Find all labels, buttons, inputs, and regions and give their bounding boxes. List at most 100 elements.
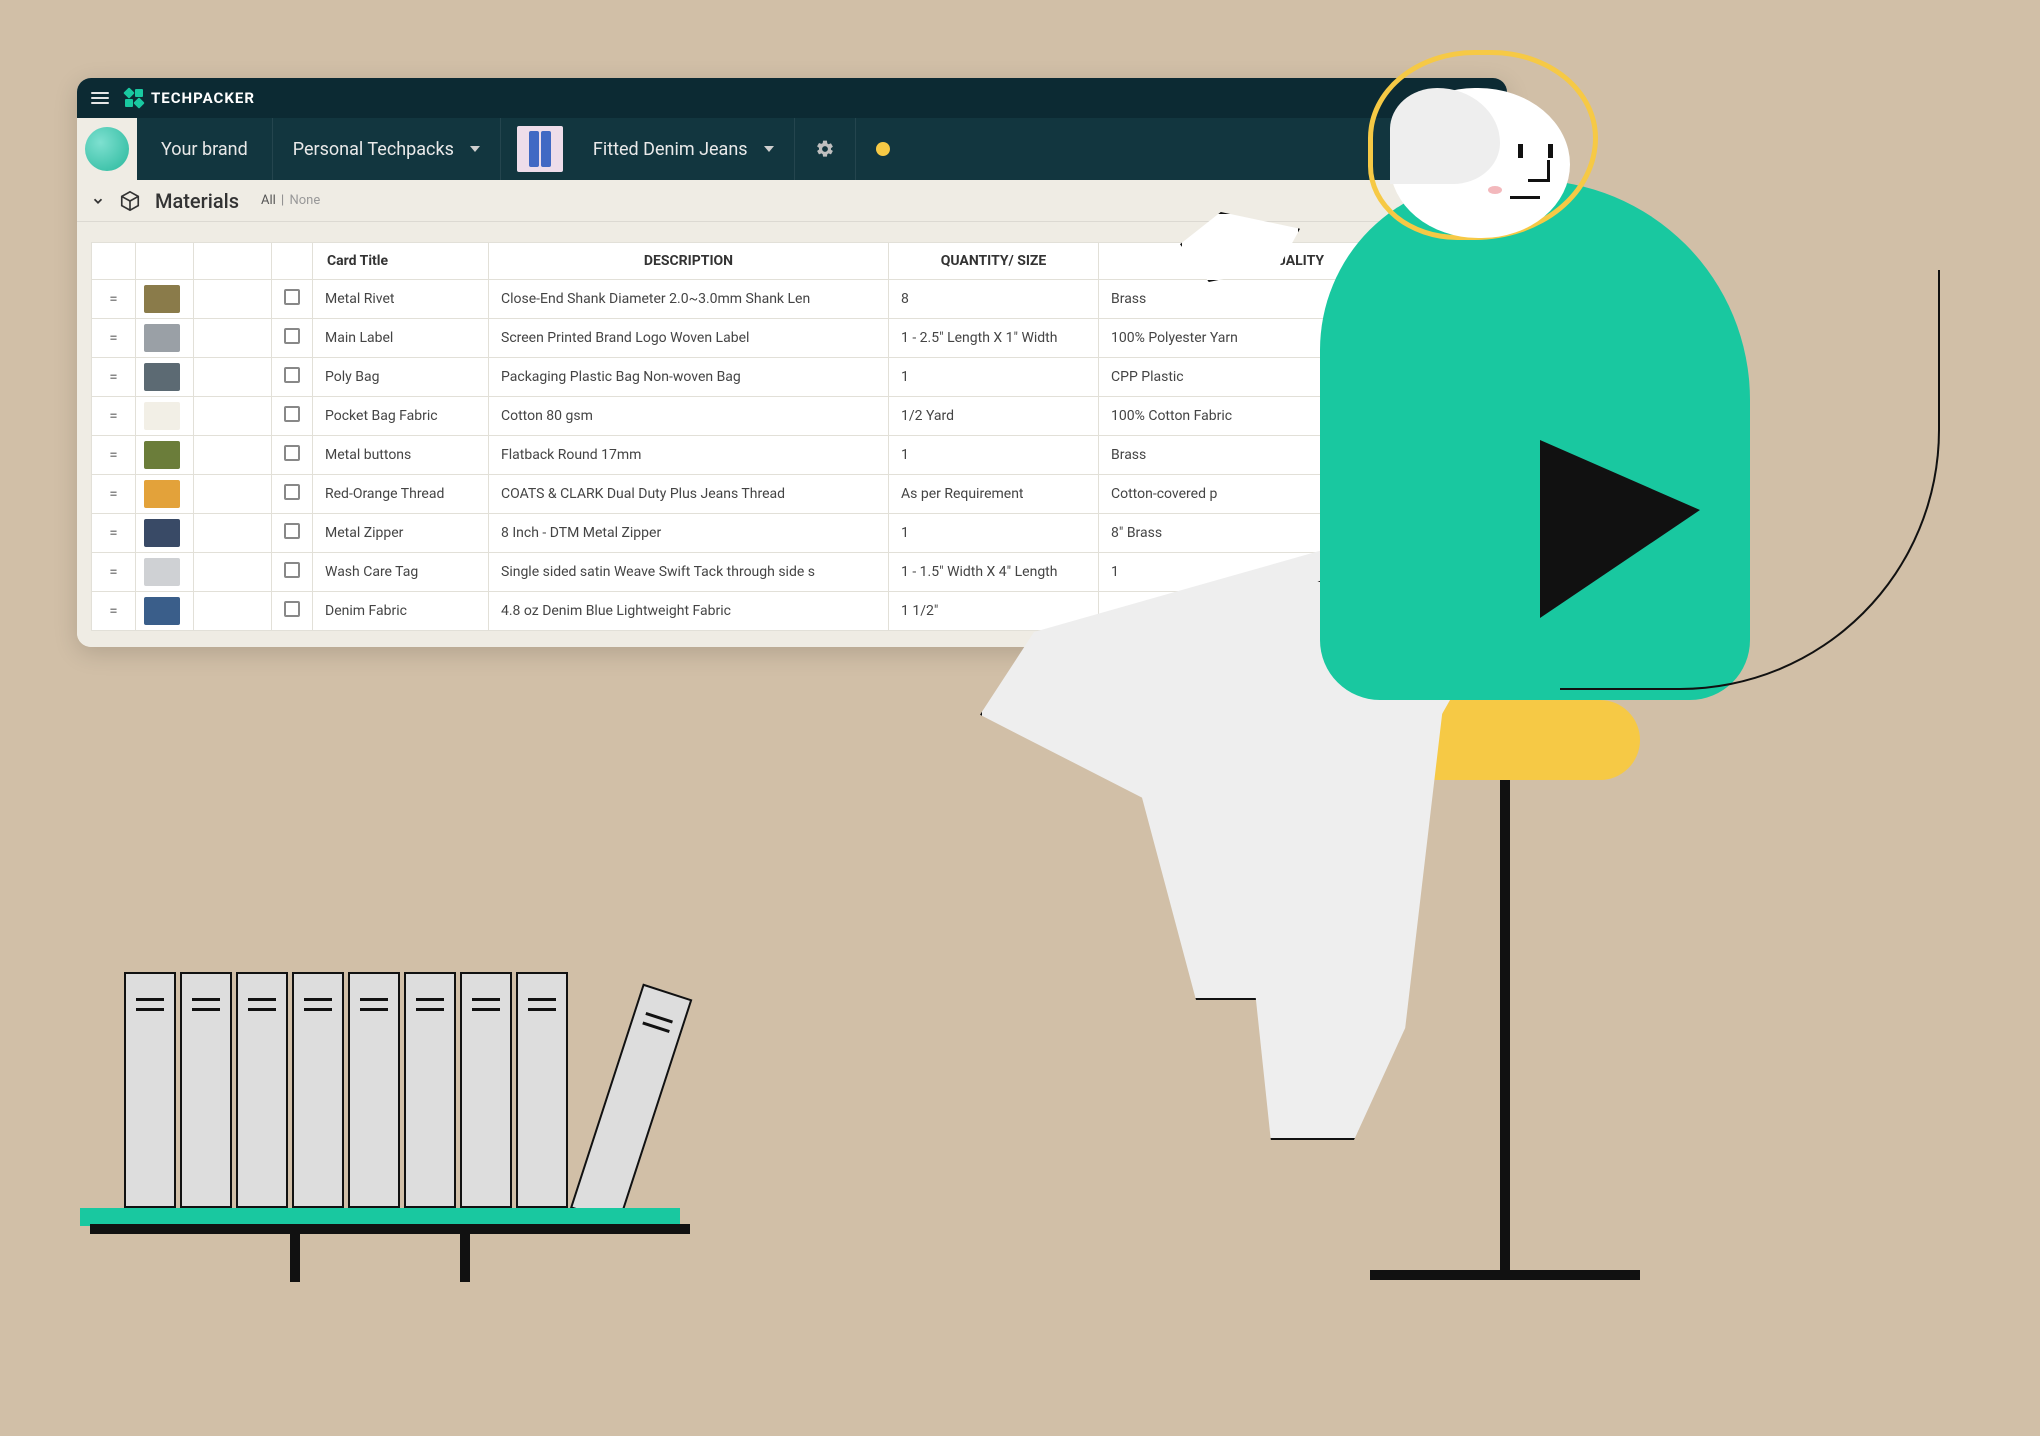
cell-quality[interactable]: 100% Cotton Fabric xyxy=(1099,397,1493,436)
cell-quantity[interactable]: 1 xyxy=(889,514,1099,553)
material-swatch[interactable] xyxy=(136,514,194,553)
row-checkbox[interactable] xyxy=(272,397,313,436)
materials-table-wrap: Card Title DESCRIPTION QUANTITY/ SIZE QU… xyxy=(77,222,1507,647)
cell-description[interactable]: COATS & CLARK Dual Duty Plus Jeans Threa… xyxy=(489,475,889,514)
cell-quantity[interactable]: 1/2 Yard xyxy=(889,397,1099,436)
app-logo[interactable]: TECHPACKER xyxy=(125,89,255,107)
cube-icon xyxy=(119,190,141,212)
cell-quantity[interactable]: As per Requirement xyxy=(889,475,1099,514)
cell-quality[interactable] xyxy=(1099,592,1493,631)
chevron-down-icon xyxy=(764,146,774,152)
cell-card-title[interactable]: Red-Orange Thread xyxy=(313,475,489,514)
techpacks-dropdown[interactable]: Personal Techpacks xyxy=(273,118,501,180)
table-row[interactable]: = Metal buttonsFlatback Round 17mm1Brass xyxy=(92,436,1493,475)
cell-card-title[interactable]: Denim Fabric xyxy=(313,592,489,631)
row-checkbox[interactable] xyxy=(272,319,313,358)
col-blank xyxy=(194,243,272,280)
cell-quality[interactable]: Brass xyxy=(1099,436,1493,475)
cell-quality[interactable]: CPP Plastic xyxy=(1099,358,1493,397)
material-swatch[interactable] xyxy=(136,280,194,319)
cell-description[interactable]: Cotton 80 gsm xyxy=(489,397,889,436)
filter-group: All | None xyxy=(261,193,320,208)
blank-cell xyxy=(194,475,272,514)
product-dropdown[interactable]: Fitted Denim Jeans xyxy=(573,118,795,180)
cell-quantity[interactable]: 1 xyxy=(889,358,1099,397)
settings-button[interactable] xyxy=(795,118,856,180)
cell-quantity[interactable]: 8 xyxy=(889,280,1099,319)
row-checkbox[interactable] xyxy=(272,280,313,319)
row-checkbox[interactable] xyxy=(272,358,313,397)
drag-handle-icon[interactable]: = xyxy=(92,319,136,358)
cell-description[interactable]: 4.8 oz Denim Blue Lightweight Fabric xyxy=(489,592,889,631)
table-row[interactable]: = Metal Zipper 8 Inch - DTM Metal Zipper1… xyxy=(92,514,1493,553)
cell-quality[interactable]: Cotton-covered p xyxy=(1099,475,1493,514)
material-swatch[interactable] xyxy=(136,358,194,397)
filter-none-link[interactable]: None xyxy=(289,193,320,208)
table-row[interactable]: = Wash Care TagSingle sided satin Weave S… xyxy=(92,553,1493,592)
row-checkbox[interactable] xyxy=(272,475,313,514)
table-row[interactable]: = Poly BagPackaging Plastic Bag Non-woven… xyxy=(92,358,1493,397)
cell-card-title[interactable]: Poly Bag xyxy=(313,358,489,397)
cell-quality[interactable]: 1 xyxy=(1099,553,1493,592)
material-swatch[interactable] xyxy=(136,592,194,631)
col-card-title[interactable]: Card Title xyxy=(313,243,489,280)
col-quantity[interactable]: QUANTITY/ SIZE xyxy=(889,243,1099,280)
cell-description[interactable]: 8 Inch - DTM Metal Zipper xyxy=(489,514,889,553)
row-checkbox[interactable] xyxy=(272,553,313,592)
drag-handle-icon[interactable]: = xyxy=(92,436,136,475)
drag-handle-icon[interactable]: = xyxy=(92,592,136,631)
drag-handle-icon[interactable]: = xyxy=(92,397,136,436)
logo-icon xyxy=(125,89,143,107)
cell-quantity[interactable]: 1 - 1.5" Width X 4" Length xyxy=(889,553,1099,592)
brand-avatar[interactable] xyxy=(77,118,137,180)
cell-description[interactable]: Close-End Shank Diameter 2.0~3.0mm Shank… xyxy=(489,280,889,319)
material-swatch[interactable] xyxy=(136,397,194,436)
status-indicator-icon xyxy=(876,142,890,156)
blank-cell xyxy=(194,553,272,592)
material-swatch[interactable] xyxy=(136,319,194,358)
table-row[interactable]: = Main LabelScreen Printed Brand Logo Wov… xyxy=(92,319,1493,358)
table-row[interactable]: = Metal RivetClose-End Shank Diameter 2.0… xyxy=(92,280,1493,319)
cell-description[interactable]: Screen Printed Brand Logo Woven Label xyxy=(489,319,889,358)
cell-card-title[interactable]: Wash Care Tag xyxy=(313,553,489,592)
cell-description[interactable]: Flatback Round 17mm xyxy=(489,436,889,475)
gear-icon xyxy=(815,139,835,159)
table-row[interactable]: = Pocket Bag FabricCotton 80 gsm1/2 Yard1… xyxy=(92,397,1493,436)
drag-handle-icon[interactable]: = xyxy=(92,475,136,514)
materials-table: Card Title DESCRIPTION QUANTITY/ SIZE QU… xyxy=(91,242,1493,631)
cell-quantity[interactable]: 1 xyxy=(889,436,1099,475)
filter-all-link[interactable]: All xyxy=(261,193,276,208)
material-swatch[interactable] xyxy=(136,436,194,475)
cell-quantity[interactable]: 1 1/2" xyxy=(889,592,1099,631)
cell-quality[interactable]: 100% Polyester Yarn xyxy=(1099,319,1493,358)
cell-quantity[interactable]: 1 - 2.5" Length X 1" Width xyxy=(889,319,1099,358)
material-swatch[interactable] xyxy=(136,475,194,514)
brand-label[interactable]: Your brand xyxy=(137,118,273,180)
drag-handle-icon[interactable]: = xyxy=(92,553,136,592)
drag-handle-icon[interactable]: = xyxy=(92,280,136,319)
cell-description[interactable]: Single sided satin Weave Swift Tack thro… xyxy=(489,553,889,592)
collapse-toggle[interactable] xyxy=(91,194,105,208)
cell-card-title[interactable]: Metal buttons xyxy=(313,436,489,475)
drag-handle-icon[interactable]: = xyxy=(92,514,136,553)
col-quality[interactable]: QUALITY xyxy=(1099,243,1493,280)
table-row[interactable]: = Red-Orange ThreadCOATS & CLARK Dual Dut… xyxy=(92,475,1493,514)
row-checkbox[interactable] xyxy=(272,592,313,631)
cell-card-title[interactable]: Pocket Bag Fabric xyxy=(313,397,489,436)
menu-icon[interactable] xyxy=(91,92,109,104)
product-thumbnail[interactable] xyxy=(517,126,563,172)
cell-quality[interactable]: 8" Brass xyxy=(1099,514,1493,553)
material-swatch[interactable] xyxy=(136,553,194,592)
blank-cell xyxy=(194,436,272,475)
cell-card-title[interactable]: Main Label xyxy=(313,319,489,358)
col-description[interactable]: DESCRIPTION xyxy=(489,243,889,280)
row-checkbox[interactable] xyxy=(272,514,313,553)
cell-card-title[interactable]: Metal Rivet xyxy=(313,280,489,319)
cell-quality[interactable]: Brass xyxy=(1099,280,1493,319)
chevron-down-icon xyxy=(470,146,480,152)
table-row[interactable]: = Denim Fabric4.8 oz Denim Blue Lightweig… xyxy=(92,592,1493,631)
cell-card-title[interactable]: Metal Zipper xyxy=(313,514,489,553)
row-checkbox[interactable] xyxy=(272,436,313,475)
drag-handle-icon[interactable]: = xyxy=(92,358,136,397)
cell-description[interactable]: Packaging Plastic Bag Non-woven Bag xyxy=(489,358,889,397)
